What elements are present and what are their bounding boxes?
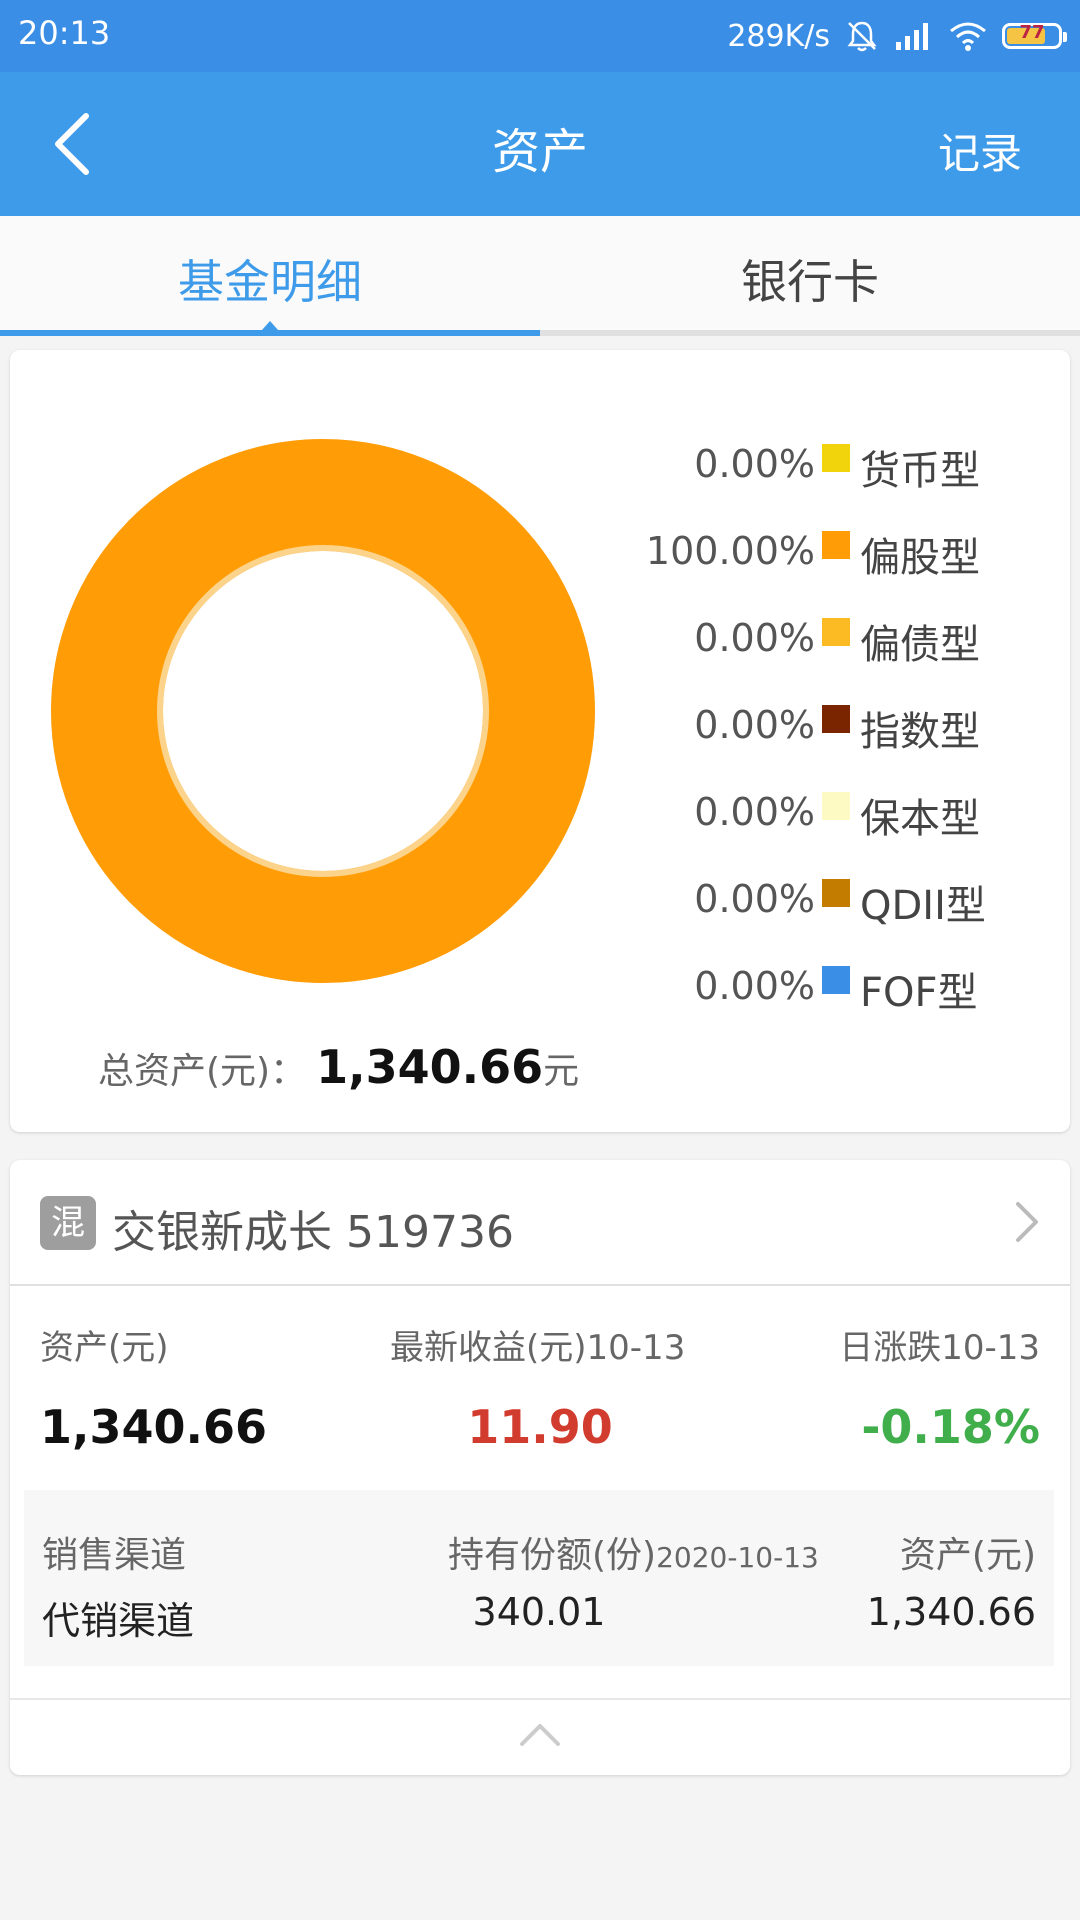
wifi-icon [950,22,986,51]
metric-income-label: 最新收益(元)10-13 [390,1328,686,1368]
legend-label: 保本型 [860,796,980,842]
legend-label: QDII型 [860,883,986,929]
total-value: 1,340.66 [316,1040,544,1094]
fund-name: 交银新成长 519736 [112,1207,514,1258]
battery-icon: 77 [1002,22,1067,49]
legend-percent: 0.00% [694,703,815,747]
shares-label: 持有份额(份)2020-10-13 [448,1526,819,1578]
tab-fund-detail[interactable]: 基金明细 [0,246,540,312]
channel-label: 销售渠道 [42,1535,187,1576]
legend-item: 0.00% FOF型 [570,956,1020,1043]
legend-item: 0.00% 保本型 [570,782,1020,869]
fund-type-badge: 混 [40,1196,96,1250]
battery-level: 77 [1019,22,1045,43]
record-button[interactable]: 记录 [938,120,1022,181]
legend-item: 100.00% 偏股型 [570,521,1020,608]
status-time: 20:13 [18,14,111,52]
legend-percent: 0.00% [694,790,815,834]
nav-bar: 资产 记录 [0,72,1080,216]
total-label: 总资产(元)： [98,1051,307,1092]
chart-legend: 0.00% 货币型 100.00% 偏股型 0.00% 偏债型 0.00% 指数型 0.00% 保… [570,434,1020,1043]
donut-slice-1 [51,439,595,983]
tab-caret-icon [262,321,278,330]
metric-change-value: -0.18% [861,1400,1040,1454]
asset-chart-card: 0.00% 货币型 100.00% 偏股型 0.00% 偏债型 0.00% 指数型 0.00% 保… [10,350,1070,1132]
legend-item: 0.00% 货币型 [570,434,1020,521]
legend-swatch [822,879,850,907]
legend-label: 偏债型 [860,622,980,668]
signal-icon [896,23,928,50]
tab-indicator [0,330,540,336]
legend-label: 偏股型 [860,535,980,581]
legend-swatch [822,966,850,994]
legend-swatch [822,792,850,820]
status-bar: 20:13 289K/s 77 [0,0,1080,72]
legend-item: 0.00% QDII型 [570,869,1020,956]
shares-label-text: 持有份额(份) [448,1535,657,1576]
donut-chart [51,439,595,983]
legend-label: 货币型 [860,448,980,494]
network-speed: 289K/s [727,18,830,54]
legend-swatch [822,705,850,733]
metric-change-label: 日涨跌10-13 [839,1328,1040,1368]
fund-header[interactable]: 混 交银新成长 519736 [10,1160,1070,1286]
legend-swatch [822,531,850,559]
legend-percent: 100.00% [645,529,815,573]
channel-asset-value: 1,340.66 [866,1590,1036,1634]
legend-swatch [822,444,850,472]
legend-item: 0.00% 偏债型 [570,608,1020,695]
bell-off-icon [847,21,877,52]
donut-inner-ring [157,545,489,877]
legend-label: 指数型 [860,709,980,755]
legend-item: 0.00% 指数型 [570,695,1020,782]
battery-tip [1063,32,1067,42]
channel-asset-label: 资产(元) [899,1535,1036,1576]
legend-label: FOF型 [860,970,978,1016]
channel-box: 销售渠道 持有份额(份)2020-10-13 资产(元) 代销渠道 340.01… [24,1490,1054,1666]
total-assets: 总资产(元)： 1,340.66元 [98,1040,579,1094]
total-unit: 元 [543,1051,580,1092]
chevron-right-icon [1016,1202,1038,1242]
fund-card: 混 交银新成长 519736 资产(元) 最新收益(元)10-13 日涨跌10-… [10,1160,1070,1775]
legend-swatch [822,618,850,646]
tab-bank-card[interactable]: 银行卡 [540,246,1080,312]
shares-date: 2020-10-13 [656,1541,819,1574]
legend-percent: 0.00% [694,442,815,486]
legend-percent: 0.00% [694,964,815,1008]
chevron-up-icon[interactable] [518,1720,562,1750]
tab-bar: 基金明细 银行卡 [0,216,1080,336]
fund-footer[interactable] [10,1698,1070,1777]
metric-asset-label: 资产(元) [40,1328,169,1368]
legend-percent: 0.00% [694,877,815,921]
status-icons: 289K/s 77 [727,12,1067,60]
legend-percent: 0.00% [694,616,815,660]
page-title: 资产 [491,124,588,180]
